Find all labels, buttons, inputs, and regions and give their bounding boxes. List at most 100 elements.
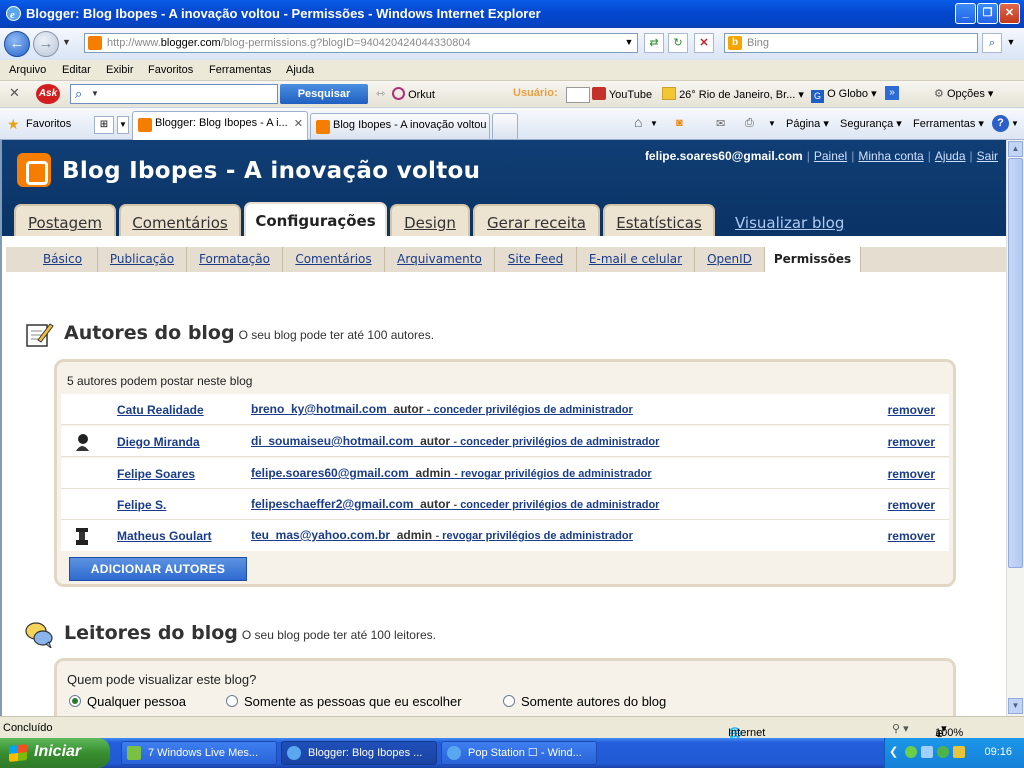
pagina-menu[interactable]: Página ▾ (786, 117, 829, 130)
history-dropdown-icon[interactable]: ▼ (62, 37, 71, 47)
close-tab-icon[interactable]: ✕ (294, 117, 303, 130)
menu-ajuda[interactable]: Ajuda (286, 64, 314, 76)
print-icon[interactable]: ⎙ (745, 117, 754, 130)
address-input[interactable]: http://www.blogger.com/blog-permissions.… (84, 33, 638, 53)
sair-link[interactable]: Sair (977, 149, 998, 163)
visualizar-blog-link[interactable]: Visualizar blog (735, 214, 844, 232)
author-email[interactable]: breno_ky@hotmail.com (251, 402, 387, 416)
orkut-button[interactable]: Orkut (392, 87, 435, 101)
zoom-control[interactable]: ⊕ 100% ▾ (935, 722, 963, 740)
address-dropdown-icon[interactable]: ▼ (622, 33, 636, 53)
globo-button[interactable]: G O Globo ▾ (811, 87, 877, 103)
subtab-permissoes[interactable]: Permissões (765, 247, 861, 272)
restore-button[interactable]: ❐ (977, 3, 998, 24)
close-button[interactable]: ✕ (999, 3, 1020, 24)
scroll-thumb[interactable] (1008, 158, 1023, 568)
admin-privilege-link[interactable]: conceder privilégios de administrador (460, 499, 659, 511)
subtab-formatacao[interactable]: Formatação (187, 247, 283, 272)
author-name[interactable]: Diego Miranda (117, 435, 200, 449)
subtab-publicacao[interactable]: Publicação (98, 247, 187, 272)
subtab-site-feed[interactable]: Site Feed (495, 247, 577, 272)
radio-somente-autores[interactable]: Somente autores do blog (503, 694, 666, 709)
painel-link[interactable]: Painel (814, 149, 847, 163)
seguranca-menu[interactable]: Segurança ▾ (840, 117, 902, 130)
tab-design[interactable]: Design (390, 204, 470, 236)
remove-link[interactable]: remover (888, 467, 935, 481)
ask-search-input[interactable]: ⌕ ▼ (70, 84, 278, 104)
subtab-openid[interactable]: OpenID (695, 247, 765, 272)
opcoes-button[interactable]: ⚙ Opções ▾ (934, 87, 993, 100)
add-authors-button[interactable]: ADICIONAR AUTORES (69, 557, 247, 581)
tab-postagem[interactable]: Postagem (14, 204, 116, 236)
pesquisar-button[interactable]: Pesquisar (280, 84, 368, 104)
more-chevron-icon[interactable]: » (885, 86, 899, 100)
author-name[interactable]: Matheus Goulart (117, 529, 212, 543)
admin-privilege-link[interactable]: conceder privilégios de administrador (460, 436, 659, 448)
admin-privilege-link[interactable]: revogar privilégios de administrador (442, 530, 633, 542)
remove-link[interactable]: remover (888, 403, 935, 417)
tab-estatisticas[interactable]: Estatísticas (603, 204, 715, 236)
blogger-logo-icon[interactable] (17, 153, 51, 187)
remove-link[interactable]: remover (888, 435, 935, 449)
close-toolbar-icon[interactable]: ✕ (9, 85, 20, 101)
tab-configuracoes[interactable]: Configurações (244, 202, 387, 236)
author-email[interactable]: felipeschaeffer2@gmail.com (251, 497, 413, 511)
youtube-button[interactable]: YouTube (592, 87, 652, 101)
author-name[interactable]: Felipe S. (117, 498, 166, 512)
menu-arquivo[interactable]: Arquivo (9, 64, 46, 76)
print-dropdown-icon[interactable]: ▼ (768, 119, 776, 128)
remove-link[interactable]: remover (888, 498, 935, 512)
admin-privilege-link[interactable]: conceder privilégios de administrador (433, 404, 632, 416)
search-input[interactable]: b Bing (724, 33, 978, 53)
vertical-scrollbar[interactable]: ▲ ▼ (1006, 140, 1024, 716)
antivirus-tray-icon[interactable] (953, 746, 965, 758)
author-name[interactable]: Felipe Soares (117, 467, 195, 481)
subtab-email-celular[interactable]: E-mail e celular (577, 247, 695, 272)
minimize-button[interactable]: _ (955, 3, 976, 24)
tab-list-dropdown-icon[interactable]: ▼ (117, 116, 129, 134)
task-windows-live-messenger[interactable]: 7 Windows Live Mes... (121, 741, 277, 765)
admin-privilege-link[interactable]: revogar privilégios de administrador (461, 468, 652, 480)
back-button[interactable]: ← (4, 31, 30, 57)
tab-blogger[interactable]: Blogger: Blog Ibopes - A i... ✕ (132, 111, 308, 140)
minha-conta-link[interactable]: Minha conta (858, 149, 923, 163)
refresh-icon[interactable]: ↻ (668, 33, 688, 53)
usuario-input[interactable] (566, 87, 590, 103)
users-tray-icon[interactable] (937, 746, 949, 758)
scroll-down-icon[interactable]: ▼ (1008, 698, 1023, 714)
subtab-arquivamento[interactable]: Arquivamento (385, 247, 495, 272)
author-email[interactable]: teu_mas@yahoo.com.br (251, 528, 390, 542)
author-email[interactable]: felipe.soares60@gmail.com (251, 466, 409, 480)
compatibility-icon[interactable]: ⇄ (644, 33, 664, 53)
home-dropdown-icon[interactable]: ▼ (650, 119, 658, 128)
help-dropdown-icon[interactable]: ▼ (1011, 119, 1019, 128)
task-ie-blogger[interactable]: Blogger: Blog Ibopes ... (281, 741, 437, 765)
task-pop-station[interactable]: Pop Station ☐ - Wind... (441, 741, 597, 765)
mail-icon[interactable]: ✉ (716, 117, 725, 130)
start-button[interactable]: Iniciar (0, 738, 110, 768)
radio-pessoas-escolhidas[interactable]: Somente as pessoas que eu escolher (226, 694, 462, 709)
forward-button[interactable]: → (33, 31, 59, 57)
ask-logo[interactable]: Ask (36, 84, 60, 104)
subtab-basico[interactable]: Básico (28, 247, 98, 272)
favoritos-button[interactable]: Favoritos (26, 118, 71, 130)
author-email[interactable]: di_soumaiseu@hotmail.com (251, 434, 413, 448)
weather-button[interactable]: 26° Rio de Janeiro, Br... ▾ (662, 87, 804, 101)
ajuda-link[interactable]: Ajuda (935, 149, 966, 163)
tab-gerar-receita[interactable]: Gerar receita (473, 204, 600, 236)
help-icon[interactable]: ? (992, 115, 1009, 132)
network-tray-icon[interactable] (921, 746, 933, 758)
stop-icon[interactable]: ✕ (694, 33, 714, 53)
menu-ferramentas[interactable]: Ferramentas (209, 64, 271, 76)
protected-mode-icon[interactable]: ⚲ ▾ (892, 722, 909, 735)
messenger-tray-icon[interactable] (905, 746, 917, 758)
menu-exibir[interactable]: Exibir (106, 64, 134, 76)
menu-favoritos[interactable]: Favoritos (148, 64, 193, 76)
search-icon[interactable]: ⌕ (982, 33, 1002, 53)
new-tab-button[interactable] (492, 113, 518, 139)
tab-blog-ibopes[interactable]: Blog Ibopes - A inovação voltou (310, 113, 490, 139)
menu-editar[interactable]: Editar (62, 64, 91, 76)
ferramentas-menu[interactable]: Ferramentas ▾ (913, 117, 984, 130)
remove-link[interactable]: remover (888, 529, 935, 543)
rss-icon[interactable]: ◙ (676, 117, 683, 129)
